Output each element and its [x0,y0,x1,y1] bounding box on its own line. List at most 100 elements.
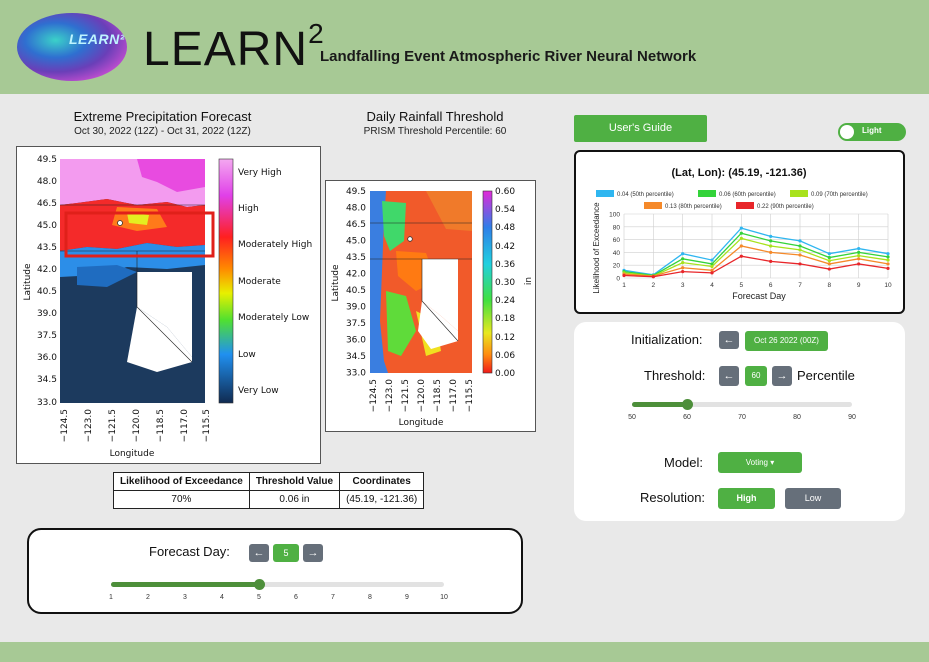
initialization-label: Initialization: [631,332,703,347]
stats-table: Likelihood of Exceedance Threshold Value… [113,472,425,509]
svg-text:0.12: 0.12 [495,333,515,343]
forecast-xlabel: Longitude [110,449,155,459]
rainfall-map-panel[interactable]: 49.5 48.0 46.5 45.0 43.5 42.0 40.5 39.0 … [325,180,536,432]
theme-toggle[interactable]: Light [838,123,906,141]
legend-swatch[interactable] [596,190,614,197]
svg-text:48.0: 48.0 [346,204,366,214]
svg-text:−117.0: −117.0 [449,379,459,413]
resolution-label: Resolution: [640,490,706,505]
svg-text:0.06: 0.06 [495,351,515,361]
svg-text:42.0: 42.0 [346,270,366,280]
svg-text:0.24: 0.24 [495,296,515,306]
stats-header: Coordinates [339,472,425,491]
forecast-legend: Very High High Moderately High Moderate … [238,168,312,396]
forecast-day-tick-1: 1 [109,594,113,601]
y-tick-label: 80 [613,224,621,231]
forecast-day-next-button[interactable]: → [303,544,323,562]
stats-header: Likelihood of Exceedance [113,472,250,491]
series-point [827,252,831,256]
app-footer [0,642,929,662]
svg-text:40.5: 40.5 [37,287,57,297]
chart-grid [623,213,889,279]
forecast-map[interactable]: 49.5 48.0 46.5 45.0 43.5 42.0 40.5 39.0 … [17,147,322,465]
svg-text:Low: Low [238,350,256,360]
svg-text:43.5: 43.5 [346,253,366,263]
svg-text:34.5: 34.5 [346,352,366,362]
series-point [886,252,890,256]
series-line [623,237,889,277]
users-guide-button[interactable]: User's Guide [574,115,707,142]
forecast-map-field [60,159,215,403]
svg-text:−124.5: −124.5 [60,409,70,442]
svg-text:−115.5: −115.5 [202,409,212,442]
svg-text:49.5: 49.5 [346,187,366,197]
series-point [622,273,626,278]
chart-xlabel: Forecast Day [732,291,786,301]
forecast-day-tick-7: 7 [331,594,335,601]
series-point [886,262,890,266]
stats-header: Threshold Value [248,472,341,491]
legend-swatch[interactable] [790,190,808,197]
svg-text:−117.0: −117.0 [180,409,190,443]
x-tick-label: 5 [740,282,744,289]
forecast-day-tick-6: 6 [294,594,298,601]
forecast-map-panel[interactable]: 49.5 48.0 46.5 45.0 43.5 42.0 40.5 39.0 … [16,146,321,464]
threshold-prev-button[interactable]: ← [719,366,739,386]
forecast-day-slider-handle[interactable] [253,579,265,590]
threshold-tick-90: 90 [848,414,856,421]
threshold-tick-80: 80 [793,414,801,421]
svg-text:39.0: 39.0 [346,303,366,313]
forecast-day-prev-button[interactable]: ← [249,544,269,562]
svg-text:−123.0: −123.0 [84,409,94,443]
threshold-next-button[interactable]: → [772,366,792,386]
legend-swatch[interactable] [698,190,716,197]
legend-label: 0.22 (90th percentile) [757,204,814,210]
svg-text:High: High [238,204,259,214]
threshold-value: 60 [745,366,767,386]
series-point [681,257,685,261]
series-point [886,266,890,270]
forecast-day-tick-9: 9 [405,594,409,601]
chart-x-ticks: 1 2 3 4 5 6 7 8 9 10 [622,282,892,289]
x-tick-label: 6 [769,282,773,289]
legend-swatch[interactable] [644,202,662,209]
app-subtitle: Landfalling Event Atmospheric River Neur… [320,48,697,65]
app-header: LEARN² LEARN2 Landfalling Event Atmosphe… [0,0,929,94]
threshold-cell: 0.06 in [248,490,341,509]
legend-label: 0.06 (60th percentile) [719,192,776,198]
threshold-tick-70: 70 [738,414,746,421]
svg-text:−121.5: −121.5 [401,379,411,412]
threshold-label: Threshold: [644,368,706,383]
threshold-tick-50: 50 [628,414,636,421]
legend-swatch[interactable] [736,202,754,209]
series-point [681,266,685,270]
legend-label: 0.09 (70th percentile) [811,192,868,198]
theme-toggle-label: Light [862,126,882,135]
resolution-low-button[interactable]: Low [785,488,841,509]
svg-text:49.5: 49.5 [37,155,57,165]
series-point [739,231,743,235]
coordinates-cell: (45.19, -121.36) [339,490,425,509]
svg-text:43.5: 43.5 [37,243,57,253]
init-prev-button[interactable]: ← [719,331,739,349]
x-tick-label: 10 [884,282,892,289]
rainfall-map-field [370,191,472,373]
chart-title: (Lat, Lon): (45.19, -121.36) [671,167,806,179]
y-tick-label: 20 [613,263,621,270]
init-date-value[interactable]: Oct 26 2022 (00Z) [745,331,828,351]
resolution-high-button[interactable]: High [718,488,775,509]
svg-text:48.0: 48.0 [37,177,57,187]
series-point [710,258,714,262]
threshold-slider-handle[interactable] [681,399,693,410]
svg-text:0.54: 0.54 [495,205,515,215]
svg-text:40.5: 40.5 [346,286,366,296]
rainfall-map[interactable]: 49.5 48.0 46.5 45.0 43.5 42.0 40.5 39.0 … [326,181,537,433]
rainfall-colorbar-ticks: 0.60 0.54 0.48 0.42 0.36 0.30 0.24 0.18 … [495,187,515,379]
forecast-day-value: 5 [273,544,299,562]
series-point [769,244,773,248]
x-tick-label: 8 [828,282,832,289]
model-dropdown[interactable]: Voting ▾ [718,452,802,473]
percentile-label: Percentile [797,368,855,383]
forecast-ylabel: Latitude [23,263,33,301]
rainfall-y-ticks: 49.5 48.0 46.5 45.0 43.5 42.0 40.5 39.0 … [346,187,366,379]
